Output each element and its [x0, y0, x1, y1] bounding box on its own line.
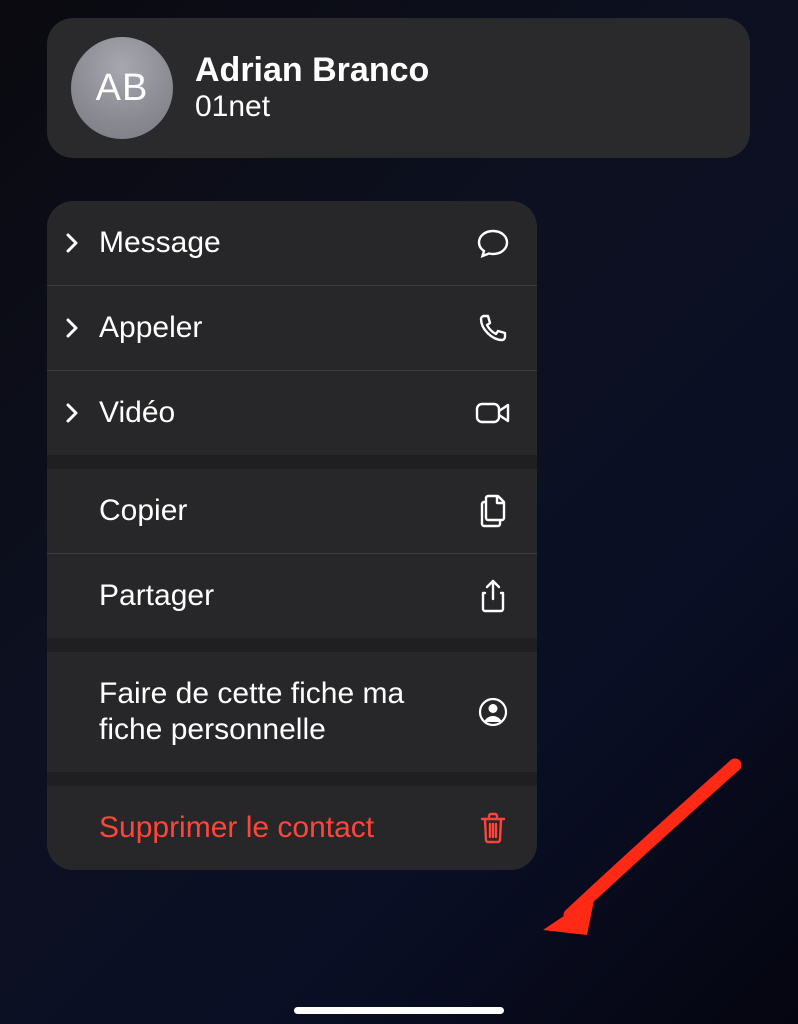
phone-icon: [473, 313, 513, 343]
menu-separator: [47, 638, 537, 652]
video-camera-icon: [473, 400, 513, 426]
contact-info: Adrian Branco 01net: [195, 51, 429, 125]
avatar-initials: AB: [96, 67, 149, 110]
menu-item-my-card[interactable]: Faire de cette fiche ma fiche personnell…: [47, 652, 537, 772]
menu-item-message[interactable]: Message: [47, 201, 537, 285]
menu-label: Message: [99, 201, 473, 285]
menu-item-delete-contact[interactable]: Supprimer le contact: [47, 786, 537, 870]
menu-item-share[interactable]: Partager: [47, 553, 537, 638]
annotation-arrow: [525, 755, 755, 950]
chevron-right-icon: [65, 318, 99, 338]
menu-separator: [47, 455, 537, 469]
menu-separator: [47, 772, 537, 786]
menu-item-copy[interactable]: Copier: [47, 469, 537, 553]
trash-icon: [473, 812, 513, 844]
menu-label: Vidéo: [99, 371, 473, 455]
contact-card[interactable]: AB Adrian Branco 01net: [47, 18, 750, 158]
menu-item-video[interactable]: Vidéo: [47, 370, 537, 455]
menu-label: Partager: [99, 554, 473, 638]
menu-label: Appeler: [99, 286, 473, 370]
chevron-right-icon: [65, 403, 99, 423]
person-circle-icon: [473, 696, 513, 728]
chevron-right-icon: [65, 233, 99, 253]
contact-org: 01net: [195, 90, 429, 125]
speech-bubble-icon: [473, 227, 513, 259]
share-icon: [473, 579, 513, 613]
contact-name: Adrian Branco: [195, 51, 429, 90]
menu-item-call[interactable]: Appeler: [47, 285, 537, 370]
copy-icon: [473, 494, 513, 528]
avatar: AB: [71, 37, 173, 139]
menu-label: Copier: [99, 469, 473, 553]
menu-label: Supprimer le contact: [99, 786, 473, 870]
menu-label: Faire de cette fiche ma fiche personnell…: [99, 652, 473, 772]
home-indicator[interactable]: [294, 1007, 504, 1014]
context-menu: Message Appeler Vidéo Copier Partager: [47, 201, 537, 870]
